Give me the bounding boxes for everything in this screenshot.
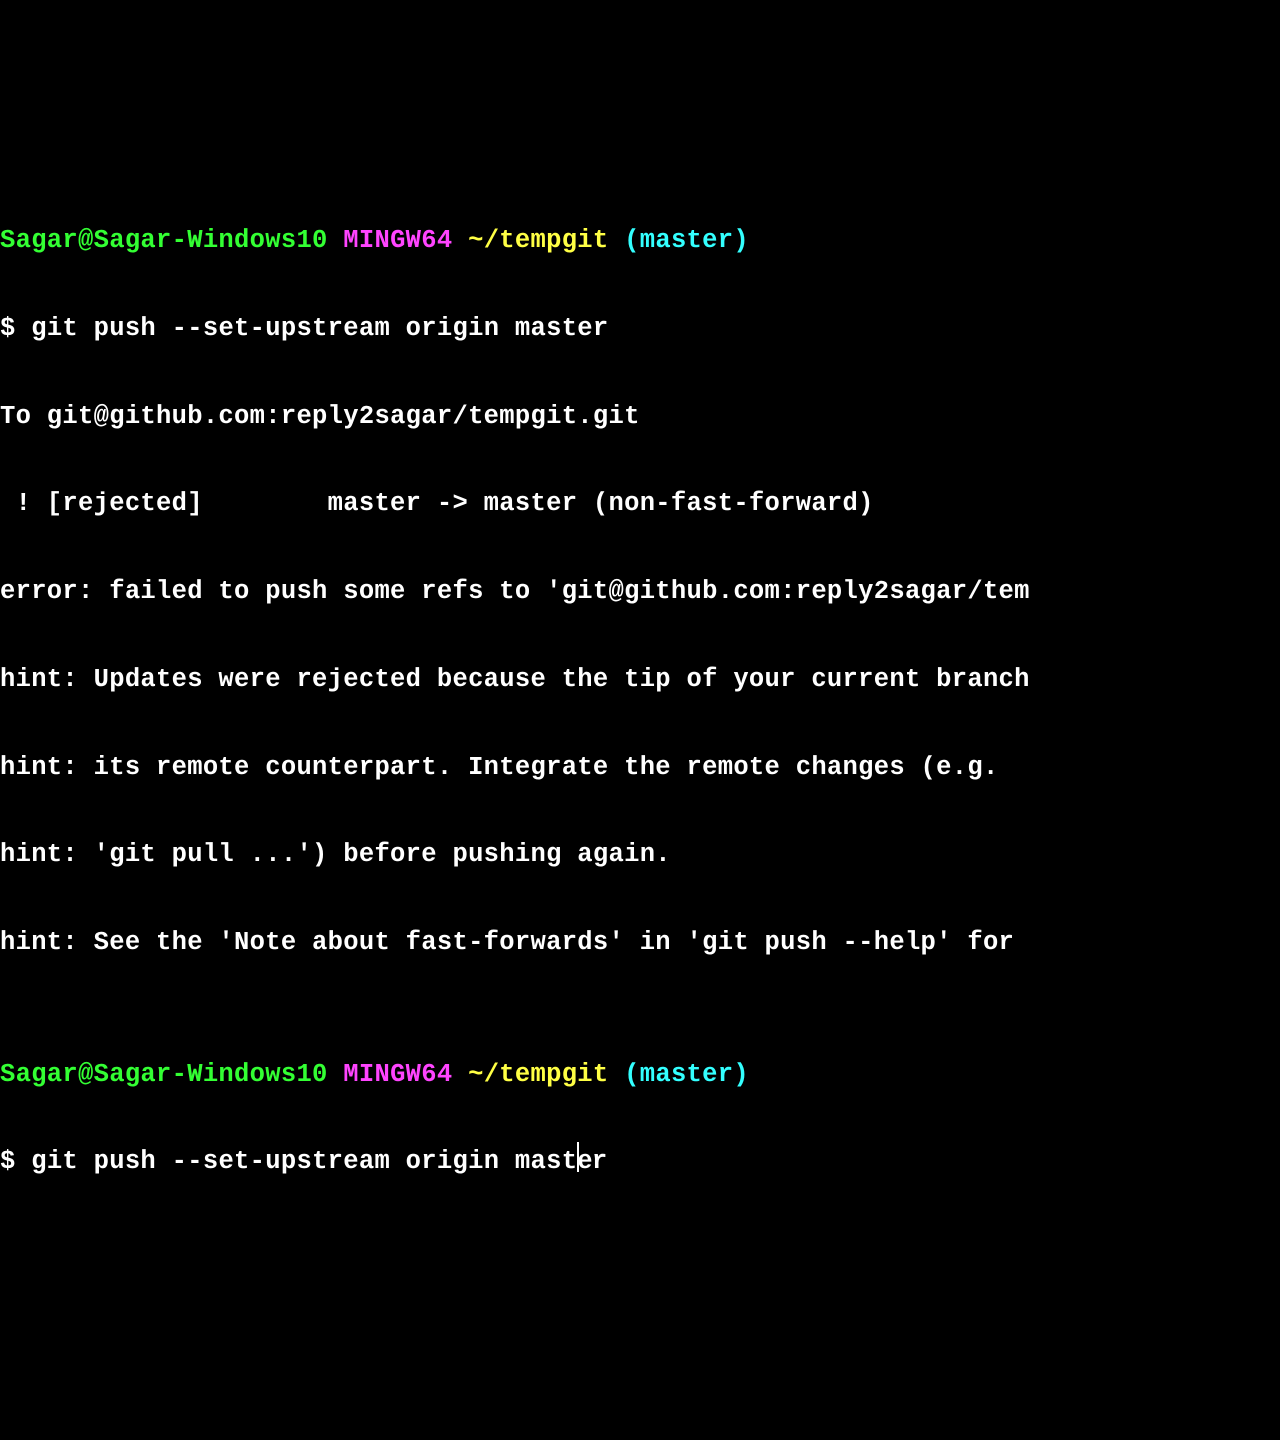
prompt-symbol: $ — [0, 1147, 31, 1176]
user-host: Sagar@Sagar-Windows10 — [0, 226, 328, 255]
prompt-line: Sagar@Sagar-Windows10 MINGW64 ~/tempgit … — [0, 219, 1280, 263]
cursor-icon — [577, 1142, 579, 1172]
mingw-label: MINGW64 — [343, 1060, 452, 1089]
mingw-label: MINGW64 — [343, 226, 452, 255]
output-line: hint: 'git pull ...') before pushing aga… — [0, 833, 1280, 877]
output-line: hint: its remote counterpart. Integrate … — [0, 746, 1280, 790]
command-text: git push --set-upstream origin master — [31, 314, 608, 343]
command-line-active[interactable]: $ git push --set-upstream origin master — [0, 1140, 1280, 1184]
command-text: r — [592, 1147, 608, 1176]
output-line: hint: Updates were rejected because the … — [0, 658, 1280, 702]
cwd-path: ~/tempgit — [468, 1060, 608, 1089]
cwd-path: ~/tempgit — [468, 226, 608, 255]
prompt-line: Sagar@Sagar-Windows10 MINGW64 ~/tempgit … — [0, 1053, 1280, 1097]
output-line: hint: See the 'Note about fast-forwards'… — [0, 921, 1280, 965]
user-host: Sagar@Sagar-Windows10 — [0, 1060, 328, 1089]
branch-label: (master) — [624, 226, 749, 255]
branch-label: (master) — [624, 1060, 749, 1089]
command-line: $ git push --set-upstream origin master — [0, 307, 1280, 351]
output-line: To git@github.com:reply2sagar/tempgit.gi… — [0, 395, 1280, 439]
output-line: ! [rejected] master -> master (non-fast-… — [0, 482, 1280, 526]
terminal[interactable]: Sagar@Sagar-Windows10 MINGW64 ~/tempgit … — [0, 175, 1280, 1228]
output-line: error: failed to push some refs to 'git@… — [0, 570, 1280, 614]
prompt-symbol: $ — [0, 314, 31, 343]
command-text: git push --set-upstream origin maste — [31, 1147, 593, 1176]
